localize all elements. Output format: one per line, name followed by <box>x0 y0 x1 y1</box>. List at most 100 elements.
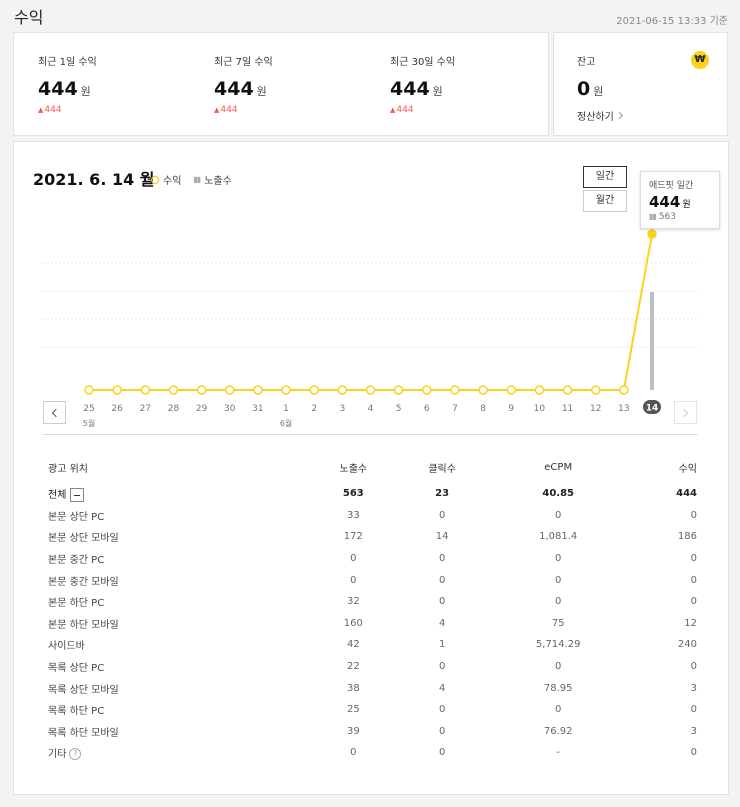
table-cell: - <box>556 747 560 759</box>
table-cell: 0 <box>438 574 446 586</box>
revenue-point <box>365 385 376 395</box>
table-cell: 1,081.4 <box>539 531 578 543</box>
up-triangle-icon: ▲ <box>214 106 220 114</box>
table-cell: 기타? <box>33 742 309 764</box>
x-tick-label: 9 <box>508 404 514 414</box>
revenue-point <box>196 385 207 395</box>
row-label: 본문 상단 PC <box>48 511 105 523</box>
table-cell: 0 <box>350 747 357 759</box>
table-cell: 3 <box>690 725 697 737</box>
table-cell: 42 <box>346 639 360 651</box>
up-triangle-icon: ▲ <box>390 106 396 114</box>
table-cell: 5,714.29 <box>535 639 581 651</box>
table-header: 노출수 <box>339 464 368 475</box>
table-row: 목록 상단 모바일 38 4 78.95 3 <box>33 677 697 699</box>
stat-unit: 원 <box>256 85 267 98</box>
revenue-point <box>168 385 179 395</box>
table-row: 목록 하단 PC 25 0 0 0 <box>33 699 697 721</box>
chart-tooltip: 애드핏 일간 444 원 ▮▮ 563 <box>640 171 720 229</box>
x-tick-label: 6 <box>424 404 430 414</box>
revenue-point <box>225 385 235 395</box>
revenue-point <box>281 385 291 395</box>
table-cell: 25 <box>346 704 360 716</box>
table-cell: 목록 하단 모바일 <box>33 721 309 743</box>
revenue-point <box>506 385 516 395</box>
stat-value-wrap: 444 원 <box>390 78 455 100</box>
x-tick-label: 4 <box>368 404 374 414</box>
balance-value-wrap: 0원 <box>577 78 622 100</box>
tooltip-unit: 원 <box>682 200 691 210</box>
ad-position-table: 광고 위치 노출수 클릭수 eCPM 수익 전체 563 23 40.85 44… <box>33 460 697 764</box>
tooltip-value: 444 <box>649 193 681 211</box>
table-cell: 0 <box>554 509 562 521</box>
row-label: 목록 상단 모바일 <box>48 684 119 696</box>
row-label: 본문 하단 PC <box>48 598 105 610</box>
balance-value: 0 <box>577 78 591 100</box>
x-tick-label: 1 <box>283 404 289 414</box>
table-cell: 78.95 <box>543 682 573 694</box>
stat-unit: 원 <box>80 85 91 98</box>
table-header-row: 광고 위치 노출수 클릭수 eCPM 수익 <box>33 460 697 483</box>
settle-label: 정산하기 <box>577 112 614 123</box>
table-cell: 0 <box>554 704 562 716</box>
table-row-total: 전체 563 23 40.85 444 <box>33 483 697 505</box>
table-header: 광고 위치 <box>48 464 88 475</box>
table-cell: 0 <box>554 661 562 673</box>
x-tick-label: 29 <box>196 404 208 414</box>
stat-unit: 원 <box>432 85 443 98</box>
balance-unit: 원 <box>593 85 604 98</box>
revenue-point <box>84 385 94 395</box>
row-label: 사이드바 <box>48 641 85 653</box>
table-cell: 563 <box>342 488 364 500</box>
revenue-point <box>422 385 432 395</box>
stat-value-wrap: 444 원 <box>38 78 97 100</box>
x-tick-label: 8 <box>480 404 486 414</box>
next-period-button[interactable] <box>674 401 697 424</box>
table-row: 본문 하단 모바일 160 4 75 12 <box>33 613 697 635</box>
stat-1day: 최근 1일 수익 444 원 ▲444 <box>38 53 97 115</box>
table-cell: 0 <box>554 596 562 608</box>
up-triangle-icon: ▲ <box>38 106 44 114</box>
table-cell: 75 <box>551 617 565 629</box>
x-tick-label: 12 <box>590 404 601 414</box>
table-cell: 본문 하단 모바일 <box>33 613 309 635</box>
table-cell: 76.92 <box>543 725 573 737</box>
stat-diff: 444 <box>44 105 62 115</box>
table-cell: 160 <box>343 617 363 629</box>
table-cell: 0 <box>438 725 446 737</box>
table-cell: 12 <box>684 617 697 629</box>
collapse-toggle-button[interactable] <box>70 487 85 502</box>
table-cell: 14 <box>435 531 449 543</box>
table-cell: 33 <box>346 509 360 521</box>
table-cell: 목록 상단 모바일 <box>33 677 309 699</box>
table-header: eCPM <box>544 462 573 473</box>
revenue-point <box>309 385 319 395</box>
row-label: 목록 상단 PC <box>48 663 105 675</box>
chevron-right-icon <box>615 111 623 120</box>
x-tick-label: 3 <box>339 404 345 414</box>
tooltip-title: 애드핏 일간 <box>649 181 694 191</box>
stat-value: 444 <box>38 78 78 100</box>
impressions-icon: ▮▮ <box>649 212 657 221</box>
table-cell: 0 <box>350 553 357 565</box>
revenue-point <box>393 385 404 395</box>
stat-label: 최근 1일 수익 <box>38 57 97 68</box>
table-cell: 0 <box>690 747 697 759</box>
table-cell: 목록 상단 PC <box>33 656 309 678</box>
x-tick-label: 26 <box>111 404 123 414</box>
row-label: 기타 <box>48 749 67 761</box>
table-cell: 0 <box>554 553 562 565</box>
table-cell: 0 <box>438 704 446 716</box>
revenue-point <box>562 385 573 395</box>
prev-period-button[interactable] <box>43 401 66 424</box>
table-cell: 본문 하단 PC <box>33 591 309 613</box>
help-icon[interactable]: ? <box>69 748 82 761</box>
row-label: 본문 상단 모바일 <box>48 533 119 545</box>
settle-link[interactable]: 정산하기 <box>577 108 623 123</box>
table-cell: 240 <box>677 639 697 651</box>
stat-diff-wrap: ▲444 <box>390 105 455 115</box>
table-cell: 0 <box>350 574 357 586</box>
table-cell: 전체 <box>33 483 309 505</box>
chart-divider <box>43 434 698 435</box>
tooltip-impressions-wrap: ▮▮ 563 <box>649 212 711 222</box>
